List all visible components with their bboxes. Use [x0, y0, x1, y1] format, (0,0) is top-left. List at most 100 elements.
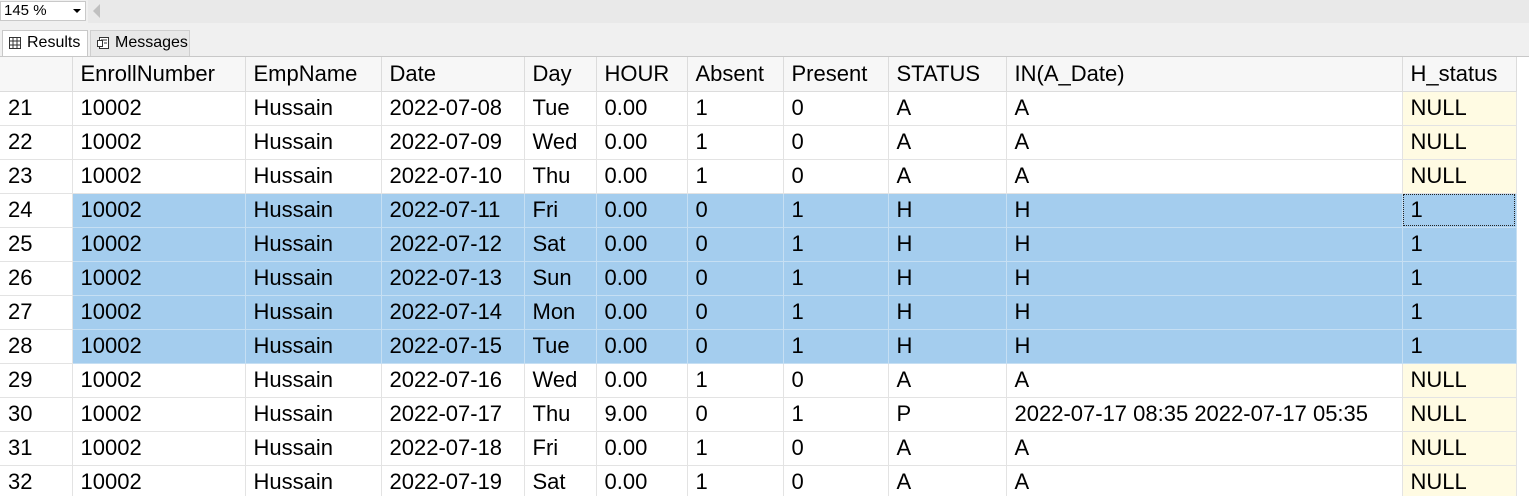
cell-empname[interactable]: Hussain: [245, 431, 382, 466]
cell-day[interactable]: Sat: [524, 227, 597, 262]
cell-hour[interactable]: 0.00: [596, 261, 688, 296]
cell-present[interactable]: 0: [783, 431, 889, 466]
cell-in-a-date[interactable]: H: [1006, 329, 1403, 364]
cell-status[interactable]: H: [888, 295, 1007, 330]
cell-absent[interactable]: 1: [687, 125, 784, 160]
cell-status[interactable]: A: [888, 159, 1007, 194]
cell-enrollnumber[interactable]: 10002: [72, 465, 246, 496]
cell-day[interactable]: Sat: [524, 465, 597, 496]
header-day[interactable]: Day: [524, 57, 597, 92]
cell-date[interactable]: 2022-07-16: [381, 363, 525, 398]
cell-day[interactable]: Tue: [524, 91, 597, 126]
row-number[interactable]: 27: [0, 295, 73, 330]
cell-in-a-date[interactable]: H: [1006, 261, 1403, 296]
header-present[interactable]: Present: [783, 57, 889, 92]
cell-day[interactable]: Sun: [524, 261, 597, 296]
cell-present[interactable]: 1: [783, 295, 889, 330]
cell-hour[interactable]: 9.00: [596, 397, 688, 432]
cell-h-status[interactable]: 1: [1402, 227, 1517, 262]
cell-date[interactable]: 2022-07-17: [381, 397, 525, 432]
cell-present[interactable]: 0: [783, 159, 889, 194]
cell-in-a-date[interactable]: A: [1006, 159, 1403, 194]
cell-absent[interactable]: 0: [687, 227, 784, 262]
tab-results[interactable]: Results: [2, 30, 88, 56]
cell-absent[interactable]: 0: [687, 193, 784, 228]
cell-empname[interactable]: Hussain: [245, 159, 382, 194]
cell-date[interactable]: 2022-07-15: [381, 329, 525, 364]
cell-date[interactable]: 2022-07-18: [381, 431, 525, 466]
zoom-select[interactable]: 145 %: [0, 1, 86, 21]
table-row[interactable]: 27 10002 Hussain 2022-07-14 Mon 0.00 0 1 H H 1: [0, 295, 1517, 330]
cell-in-a-date[interactable]: H: [1006, 193, 1403, 228]
cell-enrollnumber[interactable]: 10002: [72, 397, 246, 432]
cell-date[interactable]: 2022-07-19: [381, 465, 525, 496]
cell-in-a-date[interactable]: A: [1006, 363, 1403, 398]
cell-enrollnumber[interactable]: 10002: [72, 193, 246, 228]
cell-hour[interactable]: 0.00: [596, 159, 688, 194]
cell-enrollnumber[interactable]: 10002: [72, 363, 246, 398]
cell-empname[interactable]: Hussain: [245, 397, 382, 432]
cell-enrollnumber[interactable]: 10002: [72, 431, 246, 466]
cell-enrollnumber[interactable]: 10002: [72, 261, 246, 296]
header-h-status[interactable]: H_status: [1402, 57, 1517, 92]
cell-present[interactable]: 1: [783, 261, 889, 296]
row-number[interactable]: 28: [0, 329, 73, 364]
cell-absent[interactable]: 1: [687, 465, 784, 496]
row-number[interactable]: 23: [0, 159, 73, 194]
cell-enrollnumber[interactable]: 10002: [72, 125, 246, 160]
cell-present[interactable]: 1: [783, 397, 889, 432]
cell-empname[interactable]: Hussain: [245, 227, 382, 262]
cell-present[interactable]: 0: [783, 465, 889, 496]
cell-hour[interactable]: 0.00: [596, 295, 688, 330]
cell-absent[interactable]: 1: [687, 91, 784, 126]
row-number[interactable]: 31: [0, 431, 73, 466]
table-row[interactable]: 26 10002 Hussain 2022-07-13 Sun 0.00 0 1 H H 1: [0, 261, 1517, 296]
cell-absent[interactable]: 0: [687, 329, 784, 364]
cell-day[interactable]: Thu: [524, 159, 597, 194]
cell-in-a-date[interactable]: 2022-07-17 08:35 2022-07-17 05:35: [1006, 397, 1403, 432]
cell-absent[interactable]: 1: [687, 363, 784, 398]
cell-in-a-date[interactable]: H: [1006, 295, 1403, 330]
table-row[interactable]: 24 10002 Hussain 2022-07-11 Fri 0.00 0 1 H H 1: [0, 193, 1517, 228]
cell-in-a-date[interactable]: H: [1006, 227, 1403, 262]
header-in-a-date[interactable]: IN(A_Date): [1006, 57, 1403, 92]
cell-hour[interactable]: 0.00: [596, 329, 688, 364]
horizontal-scrollbar[interactable]: [88, 0, 1529, 23]
cell-day[interactable]: Fri: [524, 431, 597, 466]
cell-day[interactable]: Tue: [524, 329, 597, 364]
cell-status[interactable]: A: [888, 431, 1007, 466]
cell-h-status[interactable]: NULL: [1402, 91, 1517, 126]
cell-empname[interactable]: Hussain: [245, 91, 382, 126]
cell-in-a-date[interactable]: A: [1006, 125, 1403, 160]
cell-hour[interactable]: 0.00: [596, 125, 688, 160]
row-number[interactable]: 32: [0, 465, 73, 496]
cell-h-status[interactable]: NULL: [1402, 363, 1517, 398]
cell-h-status[interactable]: NULL: [1402, 465, 1517, 496]
cell-in-a-date[interactable]: A: [1006, 431, 1403, 466]
cell-status[interactable]: H: [888, 193, 1007, 228]
cell-day[interactable]: Mon: [524, 295, 597, 330]
table-row[interactable]: 21 10002 Hussain 2022-07-08 Tue 0.00 1 0 A A NULL: [0, 91, 1517, 126]
header-enrollnumber[interactable]: EnrollNumber: [72, 57, 246, 92]
cell-h-status[interactable]: NULL: [1402, 125, 1517, 160]
cell-h-status[interactable]: 1: [1402, 193, 1517, 228]
table-row[interactable]: 29 10002 Hussain 2022-07-16 Wed 0.00 1 0 A A NULL: [0, 363, 1517, 398]
cell-h-status[interactable]: NULL: [1402, 159, 1517, 194]
cell-empname[interactable]: Hussain: [245, 261, 382, 296]
cell-empname[interactable]: Hussain: [245, 465, 382, 496]
cell-status[interactable]: H: [888, 227, 1007, 262]
cell-in-a-date[interactable]: A: [1006, 465, 1403, 496]
cell-status[interactable]: A: [888, 363, 1007, 398]
cell-hour[interactable]: 0.00: [596, 227, 688, 262]
vertical-scrollbar[interactable]: [1517, 57, 1529, 496]
table-row[interactable]: 23 10002 Hussain 2022-07-10 Thu 0.00 1 0 A A NULL: [0, 159, 1517, 194]
cell-empname[interactable]: Hussain: [245, 363, 382, 398]
cell-day[interactable]: Fri: [524, 193, 597, 228]
cell-day[interactable]: Thu: [524, 397, 597, 432]
table-row[interactable]: 28 10002 Hussain 2022-07-15 Tue 0.00 0 1 H H 1: [0, 329, 1517, 364]
header-hour[interactable]: HOUR: [596, 57, 688, 92]
header-status[interactable]: STATUS: [888, 57, 1007, 92]
cell-h-status[interactable]: NULL: [1402, 431, 1517, 466]
cell-h-status[interactable]: NULL: [1402, 397, 1517, 432]
row-number[interactable]: 25: [0, 227, 73, 262]
